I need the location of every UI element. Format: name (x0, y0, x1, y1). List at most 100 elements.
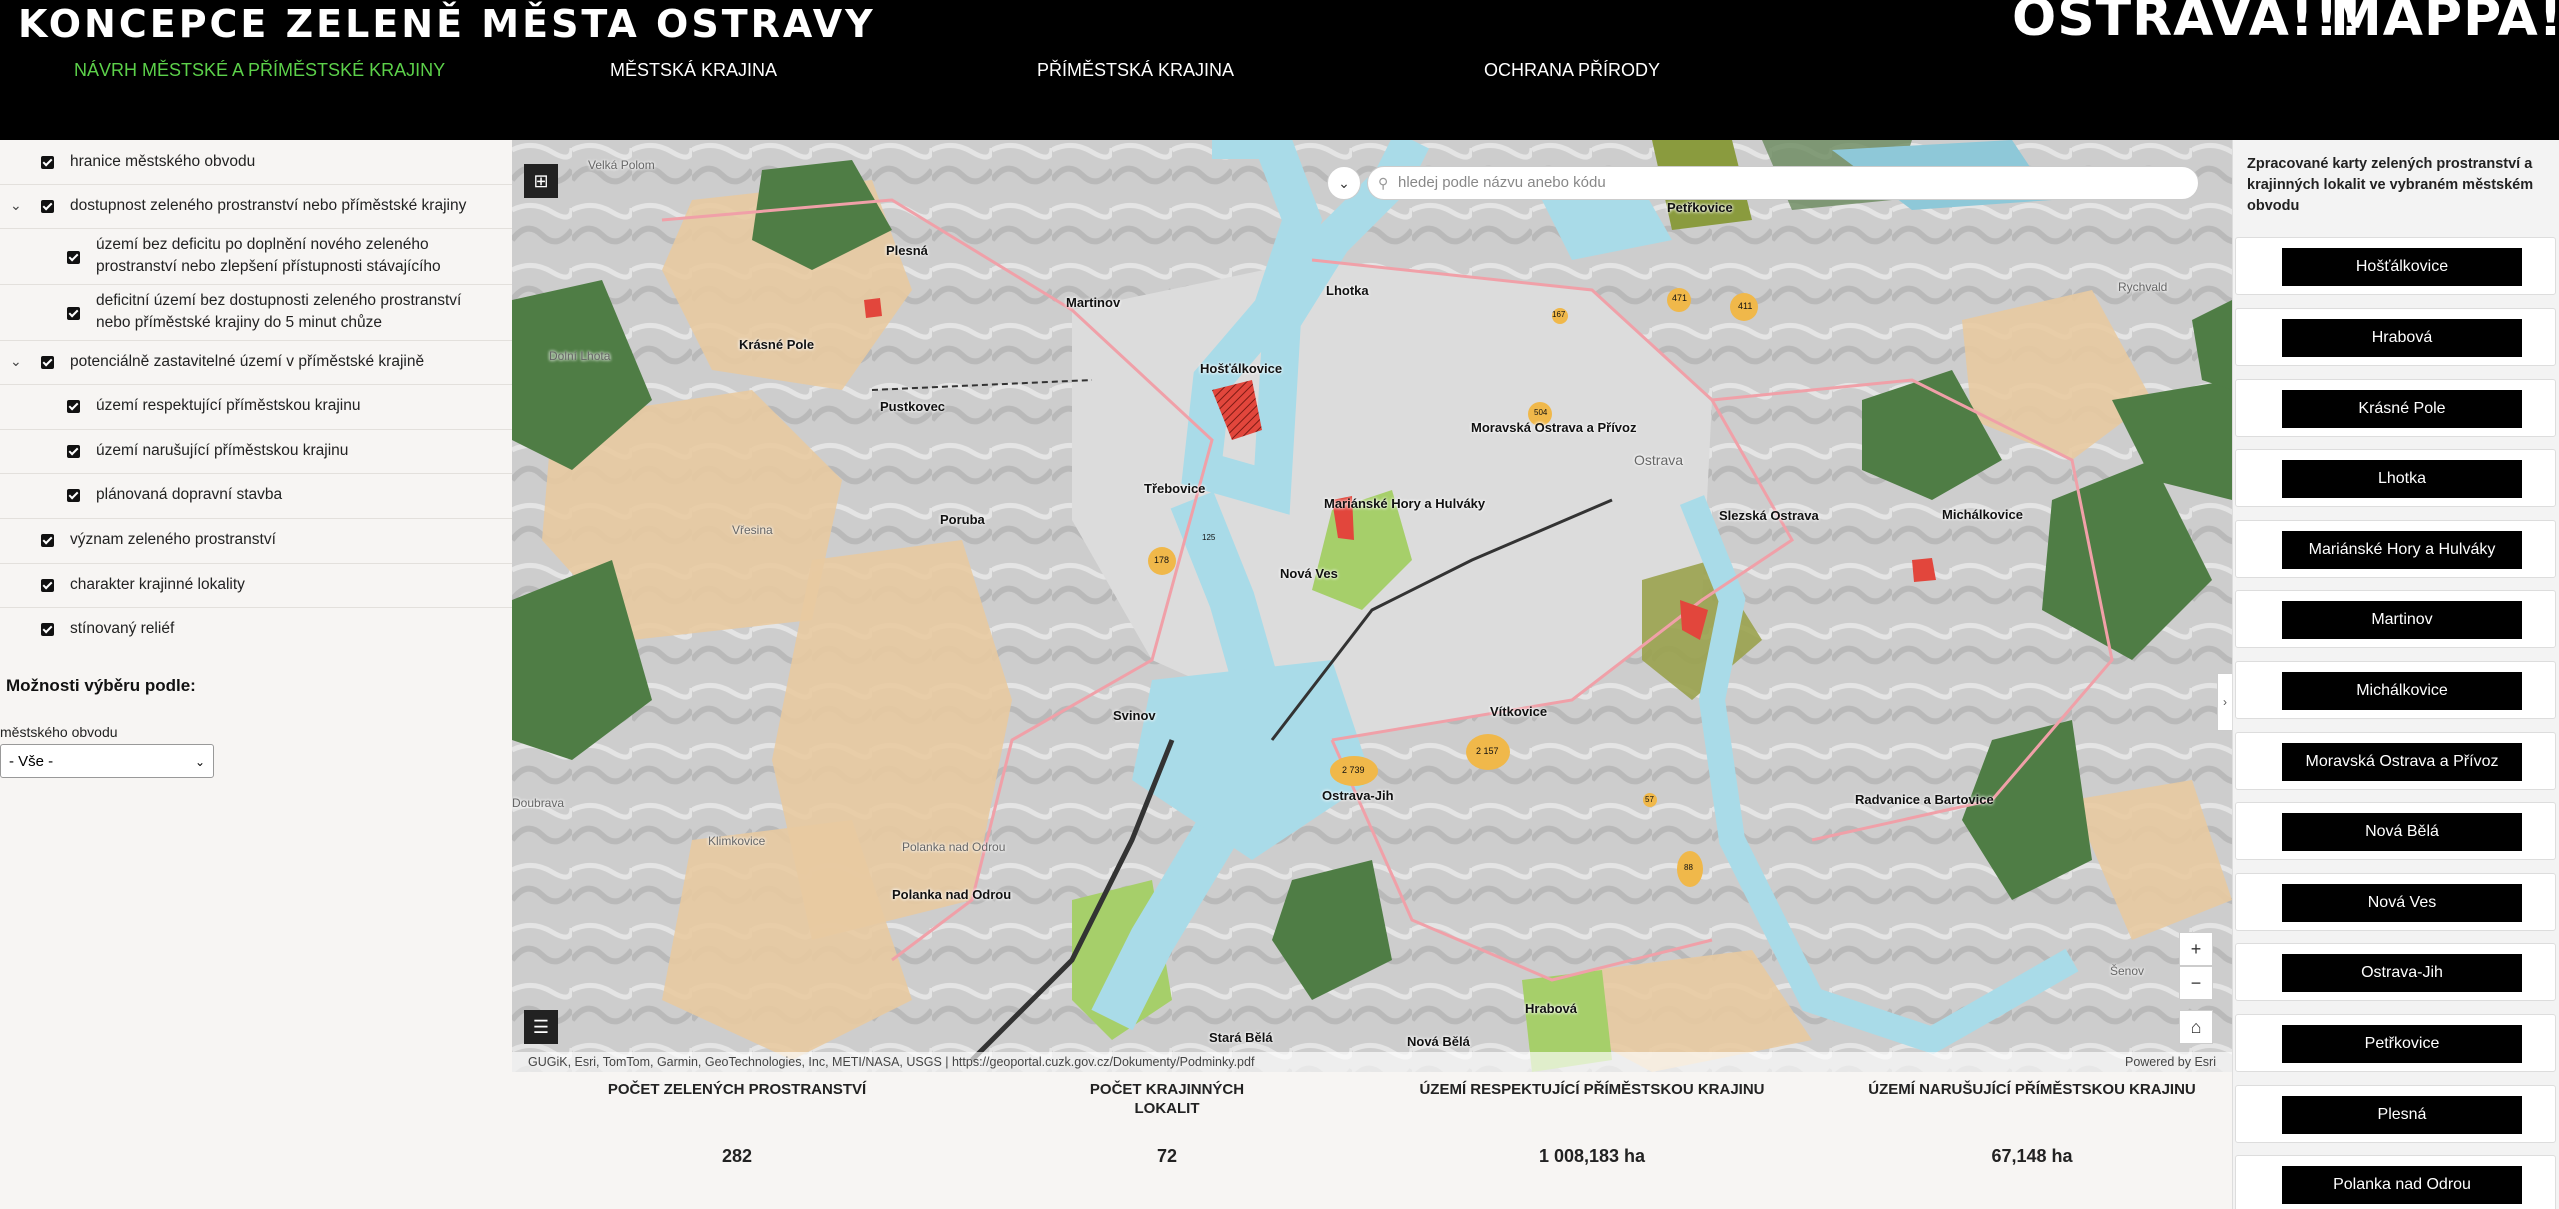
district-button-petrkovice[interactable]: Petřkovice (2282, 1025, 2522, 1063)
layer-item[interactable]: stínovaný reliéf (0, 607, 512, 652)
search-source-toggle[interactable]: ⌄ (1327, 166, 1361, 200)
plus-icon: + (2190, 939, 2202, 959)
district-button-lhotka[interactable]: Lhotka (2282, 460, 2522, 498)
app-header: KONCEPCE ZELENĚ MĚSTA OSTRAVY OSTRAVA!!!… (0, 0, 2559, 140)
map-canvas[interactable] (512, 140, 2232, 1072)
district-button-moravska-ostrava[interactable]: Moravská Ostrava a Přívoz (2282, 743, 2522, 781)
stat-label-krajinne-lokality: POČET KRAJINNÝCH LOKALIT (1017, 1080, 1317, 1118)
district-button-plesna[interactable]: Plesná (2282, 1096, 2522, 1134)
layer-list-button[interactable]: ☰ (524, 1010, 558, 1044)
filter-sublabel: městského obvodu (0, 724, 118, 740)
grid-icon: ⊞ (533, 171, 549, 191)
chevron-right-icon: › (2223, 695, 2227, 709)
map-label-dolni-lhota: Dolní Lhota (549, 349, 611, 363)
layer-label: dostupnost zeleného prostranství nebo př… (70, 197, 467, 214)
map-label-lhotka: Lhotka (1326, 283, 1369, 298)
district-card: Mariánské Hory a Hulváky (2235, 520, 2556, 578)
layer-checkbox[interactable] (41, 156, 54, 169)
district-button-marianske-hory[interactable]: Mariánské Hory a Hulváky (2282, 531, 2522, 569)
layer-item[interactable]: charakter krajinné lokality (0, 563, 512, 608)
map-label-marianske-hory: Mariánské Hory a Hulváky (1324, 496, 1486, 511)
map-label-hostalkovice: Hošťálkovice (1200, 361, 1283, 376)
layer-label: charakter krajinné lokality (70, 576, 245, 593)
map-number: 411 (1738, 301, 1753, 311)
map-view[interactable]: Petřkovice Plesná Martinov Lhotka Krásné… (512, 140, 2232, 1072)
district-button-hrabova[interactable]: Hrabová (2282, 319, 2522, 357)
district-button-polanka[interactable]: Polanka nad Odrou (2282, 1166, 2522, 1204)
map-label-michalkovice: Michálkovice (1942, 507, 2023, 522)
layer-checkbox[interactable] (67, 251, 80, 264)
layer-checkbox[interactable] (41, 534, 54, 547)
district-card: Krásné Pole (2235, 379, 2556, 437)
nav-item-ochrana-prirody[interactable]: OCHRANA PŘÍRODY (1484, 60, 1660, 81)
layer-sublayer-item[interactable]: území bez deficitu po doplnění nového ze… (0, 228, 512, 285)
expand-panel-handle[interactable]: › (2217, 673, 2232, 731)
stat-label-zelena-prostranstvi: POČET ZELENÝCH PROSTRANSTVÍ (607, 1081, 867, 1098)
district-button-ostrava-jih[interactable]: Ostrava-Jih (2282, 954, 2522, 992)
layer-checkbox[interactable] (67, 307, 80, 320)
map-label-ostrava-jih: Ostrava-Jih (1322, 788, 1394, 803)
list-icon: ☰ (532, 1017, 550, 1037)
nav-item-navrh[interactable]: NÁVRH MĚSTSKÉ A PŘÍMĚSTSKÉ KRAJINY (74, 60, 445, 81)
layer-sublayer-item[interactable]: území narušující příměstskou krajinu (0, 429, 512, 474)
layer-item[interactable]: hranice městského obvodu (0, 140, 512, 185)
layer-sublayer-item[interactable]: deficitní území bez dostupnosti zeleného… (0, 284, 512, 341)
map-label-vitkovice: Vítkovice (1490, 704, 1548, 719)
district-button-nova-ves[interactable]: Nová Ves (2282, 884, 2522, 922)
search-input[interactable]: ⚲ hledej podle názvu anebo kódu (1367, 166, 2199, 200)
layer-checkbox[interactable] (67, 445, 80, 458)
stat-label-line-1: POČET KRAJINNÝCH (1089, 1081, 1245, 1098)
map-label-slezska-ostrava: Slezská Ostrava (1719, 508, 1819, 523)
map-label-doubrava: Doubrava (512, 796, 565, 810)
district-select[interactable]: - Vše - ⌄ (0, 744, 214, 778)
district-card: Petřkovice (2235, 1014, 2556, 1072)
map-label-ostrava: Ostrava (1634, 452, 1684, 468)
district-button-nova-bela[interactable]: Nová Bělá (2282, 813, 2522, 851)
layer-item[interactable]: význam zeleného prostranství (0, 518, 512, 564)
district-button-hostalkovice[interactable]: Hošťálkovice (2282, 248, 2522, 286)
zoom-in-button[interactable]: + (2179, 932, 2213, 966)
powered-by-esri[interactable]: Powered by Esri (2125, 1052, 2216, 1072)
map-label-svinov: Svinov (1113, 708, 1156, 723)
filter-title: Možnosti výběru podle: (6, 676, 196, 695)
chevron-down-icon[interactable]: ⌄ (10, 353, 22, 370)
district-card: Ostrava-Jih (2235, 943, 2556, 1001)
map-label-nova-bela: Nová Bělá (1407, 1034, 1470, 1049)
stat-label-uzemi-respektujici: ÚZEMÍ RESPEKTUJÍCÍ PŘÍMĚSTSKOU KRAJINU (1419, 1081, 1765, 1098)
layer-checkbox[interactable] (67, 400, 80, 413)
layer-checkbox[interactable] (41, 579, 54, 592)
layer-checkbox[interactable] (41, 623, 54, 636)
brand-mappa-logo[interactable]: MAPPA!!! (2330, 0, 2559, 48)
stat-value-uzemi-respektujici: 1 008,183 ha (1538, 1146, 1646, 1166)
district-button-michalkovice[interactable]: Michálkovice (2282, 672, 2522, 710)
district-card: Hrabová (2235, 308, 2556, 366)
district-card: Nová Ves (2235, 873, 2556, 931)
basemap-gallery-button[interactable]: ⊞ (524, 164, 558, 198)
layer-item[interactable]: ⌄ dostupnost zeleného prostranství nebo … (0, 184, 512, 229)
layer-sublayer-item[interactable]: plánovaná dopravní stavba (0, 473, 512, 519)
page-title: KONCEPCE ZELENĚ MĚSTA OSTRAVY (18, 2, 876, 46)
chevron-down-icon[interactable]: ⌄ (10, 197, 22, 214)
layer-item[interactable]: ⌄ potenciálně zastavitelné území v přímě… (0, 340, 512, 385)
brand-ostrava-logo[interactable]: OSTRAVA!!! (2012, 0, 2364, 48)
district-button-krasne-pole[interactable]: Krásné Pole (2282, 390, 2522, 428)
layer-label: území respektující příměstskou krajinu (96, 397, 361, 414)
home-button[interactable]: ⌂ (2179, 1010, 2213, 1044)
search-icon: ⚲ (1378, 175, 1389, 191)
layer-label: stínovaný reliéf (70, 620, 175, 637)
layer-checkbox[interactable] (41, 356, 54, 369)
district-button-martinov[interactable]: Martinov (2282, 601, 2522, 639)
layer-list-panel: hranice městského obvodu ⌄ dostupnost ze… (0, 140, 512, 1209)
nav-item-primestska-krajina[interactable]: PŘÍMĚSTSKÁ KRAJINA (1037, 60, 1234, 81)
layer-sublayer-item[interactable]: území respektující příměstskou krajinu (0, 384, 512, 430)
layer-checkbox[interactable] (41, 200, 54, 213)
zoom-out-button[interactable]: − (2179, 966, 2213, 1000)
map-attribution: GUGiK, Esri, TomTom, Garmin, GeoTechnolo… (512, 1052, 2232, 1072)
map-label-polanka-gray: Polanka nad Odrou (902, 840, 1006, 854)
map-number: 167 (1552, 310, 1566, 319)
nav-item-mestska-krajina[interactable]: MĚSTSKÁ KRAJINA (610, 60, 777, 81)
layer-checkbox[interactable] (67, 489, 80, 502)
district-card: Hošťálkovice (2235, 237, 2556, 295)
layer-label-line-1: území bez deficitu po doplnění nového ze… (96, 236, 429, 253)
map-label-stara-bela: Stará Bělá (1209, 1030, 1273, 1045)
